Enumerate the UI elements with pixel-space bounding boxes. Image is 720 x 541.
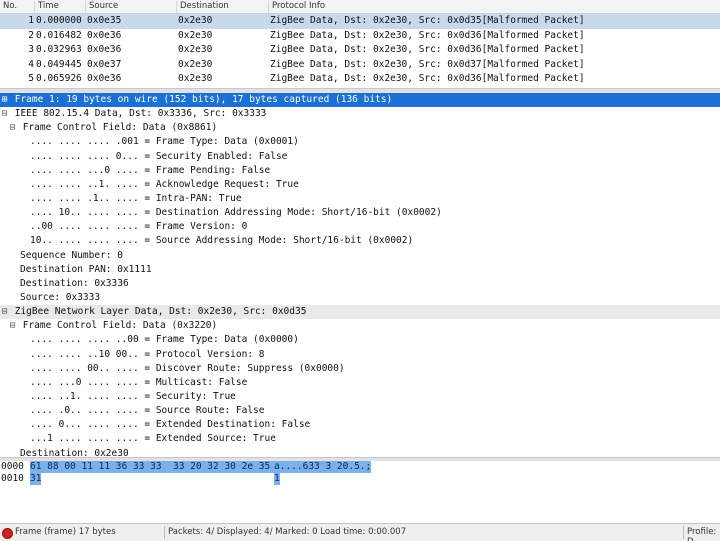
packet-source: 0x0e35 xyxy=(87,15,122,26)
column-header-no[interactable]: No. xyxy=(0,1,17,13)
packet-source: 0x0e36 xyxy=(87,73,122,85)
tree-field[interactable]: .... .... ..10 00.. = Protocol Version: … xyxy=(0,348,720,362)
tree-field[interactable]: .... ...0 .... .... = Multicast: False xyxy=(0,376,720,390)
tree-item-label: Frame Control Field: Data (0x8861) xyxy=(22,122,218,134)
column-header-destination[interactable]: Destination xyxy=(176,1,229,13)
packet-info: ZigBee Data, Dst: 0x2e30, Src: 0x0d35[Ma… xyxy=(270,15,585,26)
tree-field[interactable]: .... .0.. .... .... = Source Route: Fals… xyxy=(0,404,720,418)
packet-bytes[interactable]: 0000 61 88 00 11 11 36 33 33 33 20 32 30… xyxy=(0,461,720,521)
packet-time: 0.032963 xyxy=(36,44,82,56)
packet-list-header: No. Time Source Destination Protocol Inf… xyxy=(0,0,720,14)
status-bar: Frame (frame) 17 bytes Packets: 4/ Displ… xyxy=(0,523,720,541)
tree-field[interactable]: .... .... ...0 .... = Frame Pending: Fal… xyxy=(0,164,720,178)
status-divider xyxy=(683,526,684,539)
packet-source: 0x0e37 xyxy=(87,58,122,70)
packet-no: 3 xyxy=(28,44,34,56)
tree-field[interactable]: Sequence Number: 0 xyxy=(0,249,720,263)
packet-no: 2 xyxy=(28,29,34,41)
status-frame-info: Frame (frame) 17 bytes xyxy=(15,527,116,537)
tree-item-label: Frame Control Field: Data (0x3220) xyxy=(22,320,218,332)
tree-item-label: IEEE 802.15.4 Data, Dst: 0x3336, Src: 0x… xyxy=(14,108,267,120)
tree-item-ieee[interactable]: ⊟ IEEE 802.15.4 Data, Dst: 0x3336, Src: … xyxy=(0,107,720,121)
packet-info: ZigBee Data, Dst: 0x2e30, Src: 0x0d37[Ma… xyxy=(270,58,585,70)
tree-item-label: ZigBee Network Layer Data, Dst: 0x2e30, … xyxy=(14,306,307,318)
status-divider xyxy=(164,526,165,539)
packet-row[interactable]: 5 0.065926 0x0e36 0x2e30 ZigBee Data, Ds… xyxy=(0,72,720,87)
tree-item-nwk-fcf[interactable]: ⊟ Frame Control Field: Data (0x3220) xyxy=(0,319,720,333)
packet-time: 0.000000 xyxy=(36,15,82,26)
collapse-icon[interactable]: ⊟ xyxy=(0,107,9,121)
tree-field[interactable]: .... 0... .... .... = Extended Destinati… xyxy=(0,418,720,432)
packet-destination: 0x2e30 xyxy=(178,58,213,70)
packet-destination: 0x2e30 xyxy=(178,29,213,41)
tree-field[interactable]: .... .... .... 0... = Security Enabled: … xyxy=(0,150,720,164)
packet-row[interactable]: 4 0.049445 0x0e37 0x2e30 ZigBee Data, Ds… xyxy=(0,58,720,73)
packet-details[interactable]: ⊞ Frame 1: 19 bytes on wire (152 bits), … xyxy=(0,93,720,457)
tree-field[interactable]: ..00 .... .... .... = Frame Version: 0 xyxy=(0,220,720,234)
packet-info: ZigBee Data, Dst: 0x2e30, Src: 0x0d36[Ma… xyxy=(270,44,585,56)
tree-field[interactable]: .... .... .1.. .... = Intra-PAN: True xyxy=(0,192,720,206)
bytes-ascii[interactable]: a....633 3 20.5.; xyxy=(274,461,372,473)
status-profile[interactable]: Profile: D xyxy=(687,527,720,541)
column-header-time[interactable]: Time xyxy=(34,1,59,13)
packet-row[interactable]: 1 0.000000 0x0e35 0x2e30 ZigBee Data, Ds… xyxy=(0,14,720,29)
column-header-info[interactable]: Protocol Info xyxy=(268,1,325,13)
packet-time: 0.049445 xyxy=(36,58,82,70)
status-packets-info: Packets: 4/ Displayed: 4/ Marked: 0 Load… xyxy=(168,527,407,537)
packet-row[interactable]: 2 0.016482 0x0e36 0x2e30 ZigBee Data, Ds… xyxy=(0,29,720,44)
bytes-row: 0010 31 1 xyxy=(0,473,720,485)
tree-field[interactable]: .... .... 00.. .... = Discover Route: Su… xyxy=(0,362,720,376)
tree-field[interactable]: .... 10.. .... .... = Destination Addres… xyxy=(0,206,720,220)
packet-no: 4 xyxy=(28,58,34,70)
packet-source: 0x0e36 xyxy=(87,44,122,56)
packet-source: 0x0e36 xyxy=(87,29,122,41)
packet-info: ZigBee Data, Dst: 0x2e30, Src: 0x0d36[Ma… xyxy=(270,73,585,85)
expert-info-icon[interactable] xyxy=(2,528,13,539)
packet-no: 1 xyxy=(28,15,34,26)
tree-item-zigbee-nwk[interactable]: ⊟ ZigBee Network Layer Data, Dst: 0x2e30… xyxy=(0,305,720,320)
tree-item-label: Frame 1: 19 bytes on wire (152 bits), 17… xyxy=(14,94,393,105)
tree-field[interactable]: Source: 0x3333 xyxy=(0,291,720,305)
bytes-hex[interactable]: 61 88 00 11 11 36 33 33 33 20 32 30 2e 3… xyxy=(30,461,305,473)
packet-destination: 0x2e30 xyxy=(178,73,213,85)
tree-field[interactable]: .... .... .... ..00 = Frame Type: Data (… xyxy=(0,333,720,347)
column-header-source[interactable]: Source xyxy=(85,1,118,13)
tree-field[interactable]: Destination PAN: 0x1111 xyxy=(0,263,720,277)
tree-item-fcf[interactable]: ⊟ Frame Control Field: Data (0x8861) xyxy=(0,121,720,135)
packet-no: 5 xyxy=(28,73,34,85)
packet-info: ZigBee Data, Dst: 0x2e30, Src: 0x0d36[Ma… xyxy=(270,29,585,41)
bytes-row: 0000 61 88 00 11 11 36 33 33 33 20 32 30… xyxy=(0,461,720,473)
tree-field[interactable]: 10.. .... .... .... = Source Addressing … xyxy=(0,234,720,248)
tree-field[interactable]: .... ..1. .... .... = Security: True xyxy=(0,390,720,404)
expand-icon[interactable]: ⊞ xyxy=(0,93,9,107)
tree-field[interactable]: .... .... ..1. .... = Acknowledge Reques… xyxy=(0,178,720,192)
bytes-offset: 0010 xyxy=(1,473,24,484)
tree-field[interactable]: Destination: 0x3336 xyxy=(0,277,720,291)
packet-destination: 0x2e30 xyxy=(178,15,213,26)
tree-field[interactable]: Destination: 0x2e30 xyxy=(0,447,720,457)
tree-field[interactable]: .... .... .... .001 = Frame Type: Data (… xyxy=(0,135,720,149)
packet-list[interactable]: No. Time Source Destination Protocol Inf… xyxy=(0,0,720,88)
packet-time: 0.016482 xyxy=(36,29,82,41)
tree-field[interactable]: ...1 .... .... .... = Extended Source: T… xyxy=(0,432,720,446)
bytes-offset: 0000 xyxy=(1,461,24,472)
bytes-ascii[interactable]: 1 xyxy=(274,473,280,485)
packet-destination: 0x2e30 xyxy=(178,44,213,56)
packet-row[interactable]: 3 0.032963 0x0e36 0x2e30 ZigBee Data, Ds… xyxy=(0,43,720,58)
bytes-hex[interactable]: 31 xyxy=(30,473,42,485)
collapse-icon[interactable]: ⊟ xyxy=(8,319,17,333)
tree-item-frame[interactable]: ⊞ Frame 1: 19 bytes on wire (152 bits), … xyxy=(0,93,720,108)
packet-time: 0.065926 xyxy=(36,73,82,85)
collapse-icon[interactable]: ⊟ xyxy=(0,305,9,319)
collapse-icon[interactable]: ⊟ xyxy=(8,121,17,135)
